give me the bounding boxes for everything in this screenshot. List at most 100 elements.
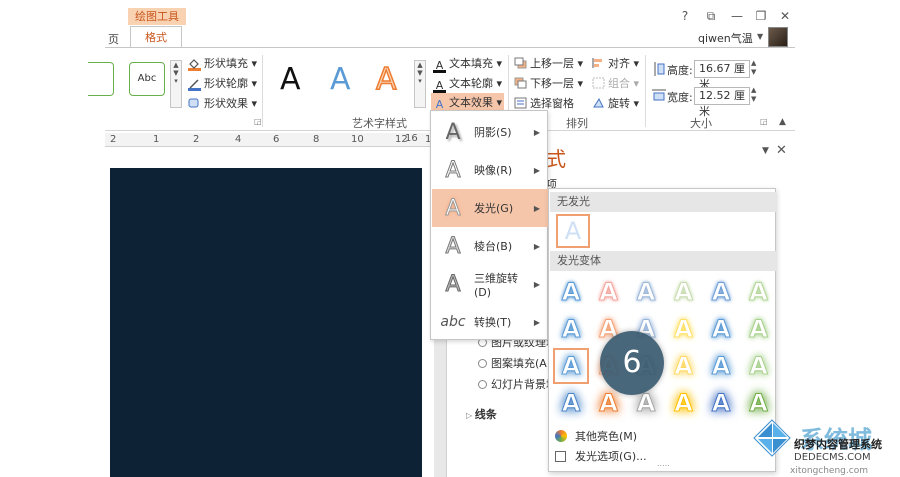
- glow-options-option[interactable]: 发光选项(G)...: [555, 448, 647, 464]
- line-section[interactable]: ▷ 线条: [466, 406, 497, 422]
- ribbon-display-button[interactable]: ⧉: [702, 9, 720, 24]
- glow-variant-option[interactable]: A: [667, 386, 701, 420]
- shape-effects-icon: [188, 97, 201, 109]
- close-button[interactable]: ✕: [776, 9, 794, 23]
- selection-pane-button[interactable]: 选择窗格: [514, 95, 574, 111]
- dialog-launcher-icon[interactable]: ◲: [254, 117, 262, 126]
- shape-fill-label: 形状填充: [204, 57, 248, 70]
- pane-options-icon[interactable]: ▼: [762, 146, 769, 156]
- radio-icon: [478, 380, 487, 389]
- glow-variant-option[interactable]: A: [704, 275, 738, 309]
- glow-variant-option[interactable]: A: [554, 386, 588, 420]
- wordart-style-blue[interactable]: A: [330, 62, 351, 97]
- expand-triangle-icon: ▷: [466, 411, 475, 420]
- menu-item-glow[interactable]: A 发光(G) ▶: [432, 189, 548, 227]
- glow-variant-option[interactable]: A: [629, 275, 663, 309]
- slide-canvas[interactable]: [110, 168, 422, 477]
- text-fill-label: 文本填充: [449, 57, 493, 70]
- bevel-a-icon: A: [445, 233, 461, 259]
- watermark-line2: DEDECMS.COM: [794, 452, 871, 463]
- menu-item-bevel[interactable]: A 棱台(B) ▶: [432, 227, 548, 265]
- menu-item-label: 映像(R): [474, 164, 513, 177]
- text-outline-button[interactable]: A 文本轮廓 ▾: [433, 75, 502, 93]
- group-button[interactable]: 组合 ▾: [592, 75, 639, 91]
- restore-button[interactable]: ❐: [752, 9, 770, 23]
- send-backward-icon: [514, 77, 527, 89]
- shape-outline-button[interactable]: 形状轮廓 ▾: [188, 75, 257, 91]
- shape-style-gallery-scroll[interactable]: ▲ ▼ ▾: [170, 60, 182, 108]
- text-fill-button[interactable]: A 文本填充 ▾: [433, 55, 502, 73]
- pane-close-icon[interactable]: ✕: [776, 143, 787, 158]
- glow-variant-option[interactable]: A: [554, 312, 588, 346]
- size-group-label: 大小: [690, 117, 712, 130]
- wordart-gallery-scroll[interactable]: ▲ ▼ ▾: [414, 60, 426, 108]
- glow-variant-option[interactable]: A: [592, 275, 626, 309]
- glow-variants-header: 发光变体: [550, 251, 776, 271]
- shape-effects-button[interactable]: 形状效果 ▾: [188, 95, 257, 111]
- text-fill-icon: A: [433, 60, 446, 73]
- ruler-number: 1: [153, 134, 160, 145]
- windows-logo-icon: [752, 418, 792, 458]
- glow-variant-option[interactable]: A: [704, 386, 738, 420]
- width-input[interactable]: 12.52 厘米: [694, 87, 750, 118]
- glow-gallery: 无发光 A 发光变体 AAAAAAAAAAAAAAAAAAAAAAAA 其他亮色…: [548, 188, 776, 472]
- more-glow-colors-option[interactable]: 其他亮色(M): [555, 428, 637, 444]
- glow-variant-option[interactable]: A: [554, 275, 588, 309]
- option-label: 图案填充(A): [491, 357, 552, 370]
- more-colors-label: 其他亮色(M): [575, 430, 638, 443]
- minimize-button[interactable]: —: [728, 9, 746, 23]
- glow-options-label: 发光选项(G)...: [575, 450, 647, 463]
- ruler-number: 8: [313, 134, 320, 145]
- height-label: 高度:: [667, 64, 693, 77]
- glow-variant-option[interactable]: A: [667, 349, 701, 383]
- tab-partial[interactable]: 页: [108, 31, 119, 47]
- collapse-ribbon-icon[interactable]: ▲: [779, 117, 786, 127]
- menu-item-shadow[interactable]: A 阴影(S) ▶: [432, 113, 548, 151]
- help-button[interactable]: ?: [676, 9, 694, 23]
- height-spinner[interactable]: ▲ ▼: [751, 59, 756, 77]
- hovered-variant-highlight: [553, 348, 589, 384]
- shape-style-abc[interactable]: Abc: [129, 62, 165, 96]
- horizontal-ruler[interactable]: 2 1 2 4 6 8 10 12 14: [105, 133, 438, 147]
- user-name[interactable]: qiwen气温: [698, 30, 753, 46]
- ruler-number: 4: [235, 134, 242, 145]
- bring-forward-button[interactable]: 上移一层 ▾: [514, 55, 583, 71]
- width-spinner[interactable]: ▲ ▼: [751, 86, 756, 104]
- transform-abc-icon: abc: [440, 314, 466, 330]
- glow-variant-option[interactable]: A: [742, 312, 776, 346]
- user-dropdown-icon[interactable]: ▼: [757, 32, 763, 41]
- group-separator: [645, 55, 646, 127]
- wordart-style-black[interactable]: A: [280, 62, 301, 97]
- align-button[interactable]: 对齐 ▾: [592, 55, 639, 71]
- submenu-arrow-icon: ▶: [533, 165, 540, 175]
- glow-variant-option[interactable]: A: [742, 386, 776, 420]
- send-backward-button[interactable]: 下移一层 ▾: [514, 75, 583, 91]
- rotate-button[interactable]: 旋转 ▾: [592, 95, 639, 111]
- menu-item-transform[interactable]: abc 转换(T) ▶: [432, 303, 548, 341]
- glow-variant-option[interactable]: A: [704, 349, 738, 383]
- avatar[interactable]: [768, 27, 788, 47]
- pattern-fill-option[interactable]: 图案填充(A): [478, 355, 551, 371]
- menu-item-reflection[interactable]: A 映像(R) ▶: [432, 151, 548, 189]
- watermark-line1: 织梦内容管理系统: [794, 438, 882, 451]
- glow-variant-option[interactable]: A: [704, 312, 738, 346]
- slide-background-fill-option[interactable]: 幻灯片背景填: [478, 376, 557, 392]
- height-input[interactable]: 16.67 厘米: [694, 60, 750, 91]
- color-wheel-icon: [555, 430, 567, 442]
- menu-item-3d-rotation[interactable]: A 三维旋转(D) ▶: [432, 265, 548, 303]
- no-glow-option[interactable]: A: [556, 214, 590, 248]
- glow-variant-option[interactable]: A: [667, 312, 701, 346]
- glow-variant-option[interactable]: A: [742, 349, 776, 383]
- context-tab-drawing-tools[interactable]: 绘图工具: [128, 8, 186, 25]
- tab-format[interactable]: 格式: [130, 26, 182, 48]
- shape-fill-button[interactable]: 形状填充 ▾: [188, 55, 257, 71]
- selection-pane-label: 选择窗格: [530, 97, 574, 110]
- ribbon-tab-divider: [105, 47, 795, 48]
- resize-grip[interactable]: .....: [657, 459, 670, 468]
- wordart-style-orange[interactable]: A: [375, 61, 397, 98]
- size-dialog-launcher-icon[interactable]: ◲: [760, 117, 768, 126]
- glow-variant-option[interactable]: A: [667, 275, 701, 309]
- 3d-rotate-a-icon: A: [445, 271, 461, 297]
- shape-style-preview-partial[interactable]: [88, 62, 114, 96]
- glow-variant-option[interactable]: A: [742, 275, 776, 309]
